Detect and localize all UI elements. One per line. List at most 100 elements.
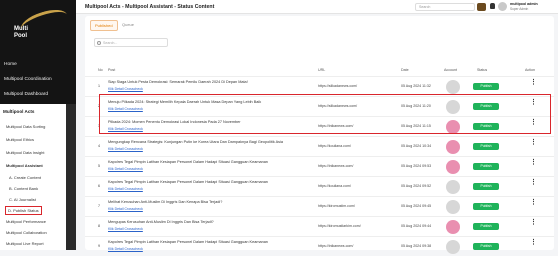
sidebar-item-create-content[interactable]: A. Create Content: [9, 175, 41, 180]
column-header-account: Account: [444, 68, 457, 72]
post-url[interactable]: https://silkadanews.com/: [318, 84, 357, 88]
column-header-status: Status: [477, 68, 488, 72]
account-avatar: [446, 80, 460, 94]
column-header-no: No: [98, 68, 103, 72]
row-number: 4: [98, 144, 100, 148]
status-badge: Publish: [473, 203, 499, 210]
account-avatar: [446, 200, 460, 214]
more-vertical-icon[interactable]: ⋮: [530, 159, 537, 166]
logo-text: Multi Pool: [14, 26, 28, 39]
table-row: 5 Kapolres Tegal Pimpin Latihan Kesiapan …: [85, 156, 554, 176]
table-row: 4 Mengungkap Rencana Strategis: Kunjungan…: [85, 136, 554, 156]
table-search-input[interactable]: Search...: [94, 38, 168, 47]
table-search-placeholder: Search...: [103, 41, 118, 45]
post-date: 05 Aug 2024 09:44: [401, 224, 432, 228]
detail-crosscheck-link[interactable]: Klik Detail Crosscheck: [108, 187, 143, 191]
search-button[interactable]: [477, 3, 486, 11]
post-title: Siap Siaga Untuk Pesta Demokrasi: Semara…: [108, 80, 248, 84]
account-avatar: [446, 180, 460, 194]
post-url[interactable]: https://inikanews.com/: [318, 244, 353, 248]
sidebar-item-performance[interactable]: Multipool Performance: [6, 219, 46, 224]
detail-crosscheck-link[interactable]: Klik Detail Crosscheck: [108, 167, 143, 171]
tab-published[interactable]: Published: [90, 20, 118, 31]
post-date: 05 Aug 2024 09:38: [401, 244, 432, 248]
post-url[interactable]: https://kouliana.com/: [318, 184, 351, 188]
row-number: 1: [98, 84, 100, 88]
account-avatar: [446, 160, 460, 174]
more-vertical-icon[interactable]: ⋮: [530, 199, 537, 206]
row-number: 5: [98, 164, 100, 168]
status-badge: Publish: [473, 183, 499, 190]
highlight-box: [99, 94, 551, 134]
submenu-title[interactable]: Multipool Acts: [3, 109, 34, 114]
post-title: Mengupas Kerusuhan Anti-Muslim Di Inggri…: [108, 220, 214, 224]
column-header-post: Post: [108, 68, 116, 72]
column-header-url: URL: [318, 68, 326, 72]
account-avatar: [446, 140, 460, 154]
row-number: 7: [98, 204, 100, 208]
nav-multipool-coordination[interactable]: Multipool Coordination: [4, 77, 52, 82]
post-url[interactable]: https://kiromustlarkim.com/: [318, 224, 361, 228]
page-title: Multipool Acts - Multipool Assistant - S…: [85, 4, 215, 10]
post-title: Kapolres Tegal Pimpin Latihan Kesiapan P…: [108, 240, 268, 244]
post-url[interactable]: https://kouliana.com/: [318, 144, 351, 148]
sidebar-item-assistant[interactable]: Multipool Assistant: [6, 163, 43, 168]
post-title: Kapolres Tegal Pimpin Latihan Kesiapan P…: [108, 160, 268, 164]
post-date: 05 Aug 2024 09:52: [401, 184, 432, 188]
detail-crosscheck-link[interactable]: Klik Detail Crosscheck: [108, 247, 143, 251]
avatar[interactable]: [498, 2, 507, 11]
table-row: 9 Kapolres Tegal Pimpin Latihan Kesiapan …: [85, 236, 554, 256]
multipool-logo[interactable]: Multi Pool: [8, 5, 70, 44]
main-area: Multipool Acts - Multipool Assistant - S…: [76, 0, 558, 254]
topbar: Multipool Acts - Multipool Assistant - S…: [76, 0, 558, 14]
search-icon: [97, 41, 101, 45]
sidebar-item-data-sorting[interactable]: Multipool Data Sorting: [6, 124, 45, 129]
nav-home[interactable]: Home: [4, 62, 17, 67]
post-date: 05 Aug 2024 09:45: [401, 204, 432, 208]
nav-multipool-dashboard[interactable]: Multipool Dashboard: [4, 92, 48, 97]
table-row: 7 Melihat Kerusuhan Anti-Muslim Di Inggri…: [85, 196, 554, 216]
detail-crosscheck-link[interactable]: Klik Detail Crosscheck: [108, 207, 143, 211]
account-avatar: [446, 240, 460, 254]
more-vertical-icon[interactable]: ⋮: [530, 179, 537, 186]
post-date: 05 Aug 2024 09:53: [401, 164, 432, 168]
detail-crosscheck-link[interactable]: Klik Detail Crosscheck: [108, 87, 143, 91]
submenu-multipool-acts: Multipool Acts Multipool Data Sorting Mu…: [0, 104, 66, 250]
more-vertical-icon[interactable]: ⋮: [530, 139, 537, 146]
post-title: Mengungkap Rencana Strategis: Kunjungan …: [108, 140, 283, 144]
bell-icon[interactable]: [490, 3, 495, 9]
sidebar: Multi Pool Home Multipool Coordination M…: [0, 0, 76, 250]
account-avatar: [446, 220, 460, 234]
sidebar-item-ethics[interactable]: Multipool Ethics: [6, 137, 34, 142]
status-badge: Publish: [473, 83, 499, 90]
tab-queue[interactable]: Queue: [118, 20, 138, 29]
status-badge: Publish: [473, 243, 499, 250]
more-vertical-icon[interactable]: ⋮: [530, 79, 537, 86]
post-url[interactable]: https://inikanews.com/: [318, 164, 353, 168]
sidebar-item-publish-status[interactable]: D. Publish Status: [5, 206, 42, 215]
sidebar-item-ai-journalist[interactable]: C. AI Journalist: [9, 197, 36, 202]
more-vertical-icon[interactable]: ⋮: [530, 219, 537, 226]
sidebar-scrollbar[interactable]: [66, 104, 76, 250]
row-number: 6: [98, 184, 100, 188]
sidebar-item-live-report[interactable]: Multipool Live Report: [6, 241, 44, 246]
post-url[interactable]: https://kiromustim.com/: [318, 204, 355, 208]
user-role: Super Admin: [510, 7, 529, 11]
detail-crosscheck-link[interactable]: Klik Detail Crosscheck: [108, 147, 143, 151]
sidebar-item-data-insight[interactable]: Multipool Data Insight: [6, 150, 44, 155]
more-vertical-icon[interactable]: ⋮: [530, 239, 537, 246]
row-number: 9: [98, 244, 100, 248]
post-date: 05 Aug 2024 11:32: [401, 84, 431, 88]
search-input[interactable]: Search: [415, 3, 475, 11]
post-title: Kapolres Tegal Pimpin Latihan Kesiapan P…: [108, 180, 268, 184]
row-number: 8: [98, 224, 100, 228]
post-date: 05 Aug 2024 10:34: [401, 144, 432, 148]
table-row: 6 Kapolres Tegal Pimpin Latihan Kesiapan …: [85, 176, 554, 196]
status-badge: Publish: [473, 223, 499, 230]
table-row: 8 Mengupas Kerusuhan Anti-Muslim Di Inggr…: [85, 216, 554, 236]
status-badge: Publish: [473, 163, 499, 170]
sidebar-item-content-bank[interactable]: B. Content Bank: [9, 186, 38, 191]
detail-crosscheck-link[interactable]: Klik Detail Crosscheck: [108, 227, 143, 231]
content-card: Published Queue Search... No Post URL Da…: [85, 16, 554, 254]
sidebar-item-collaboration[interactable]: Multipool Collaboration: [6, 230, 47, 235]
